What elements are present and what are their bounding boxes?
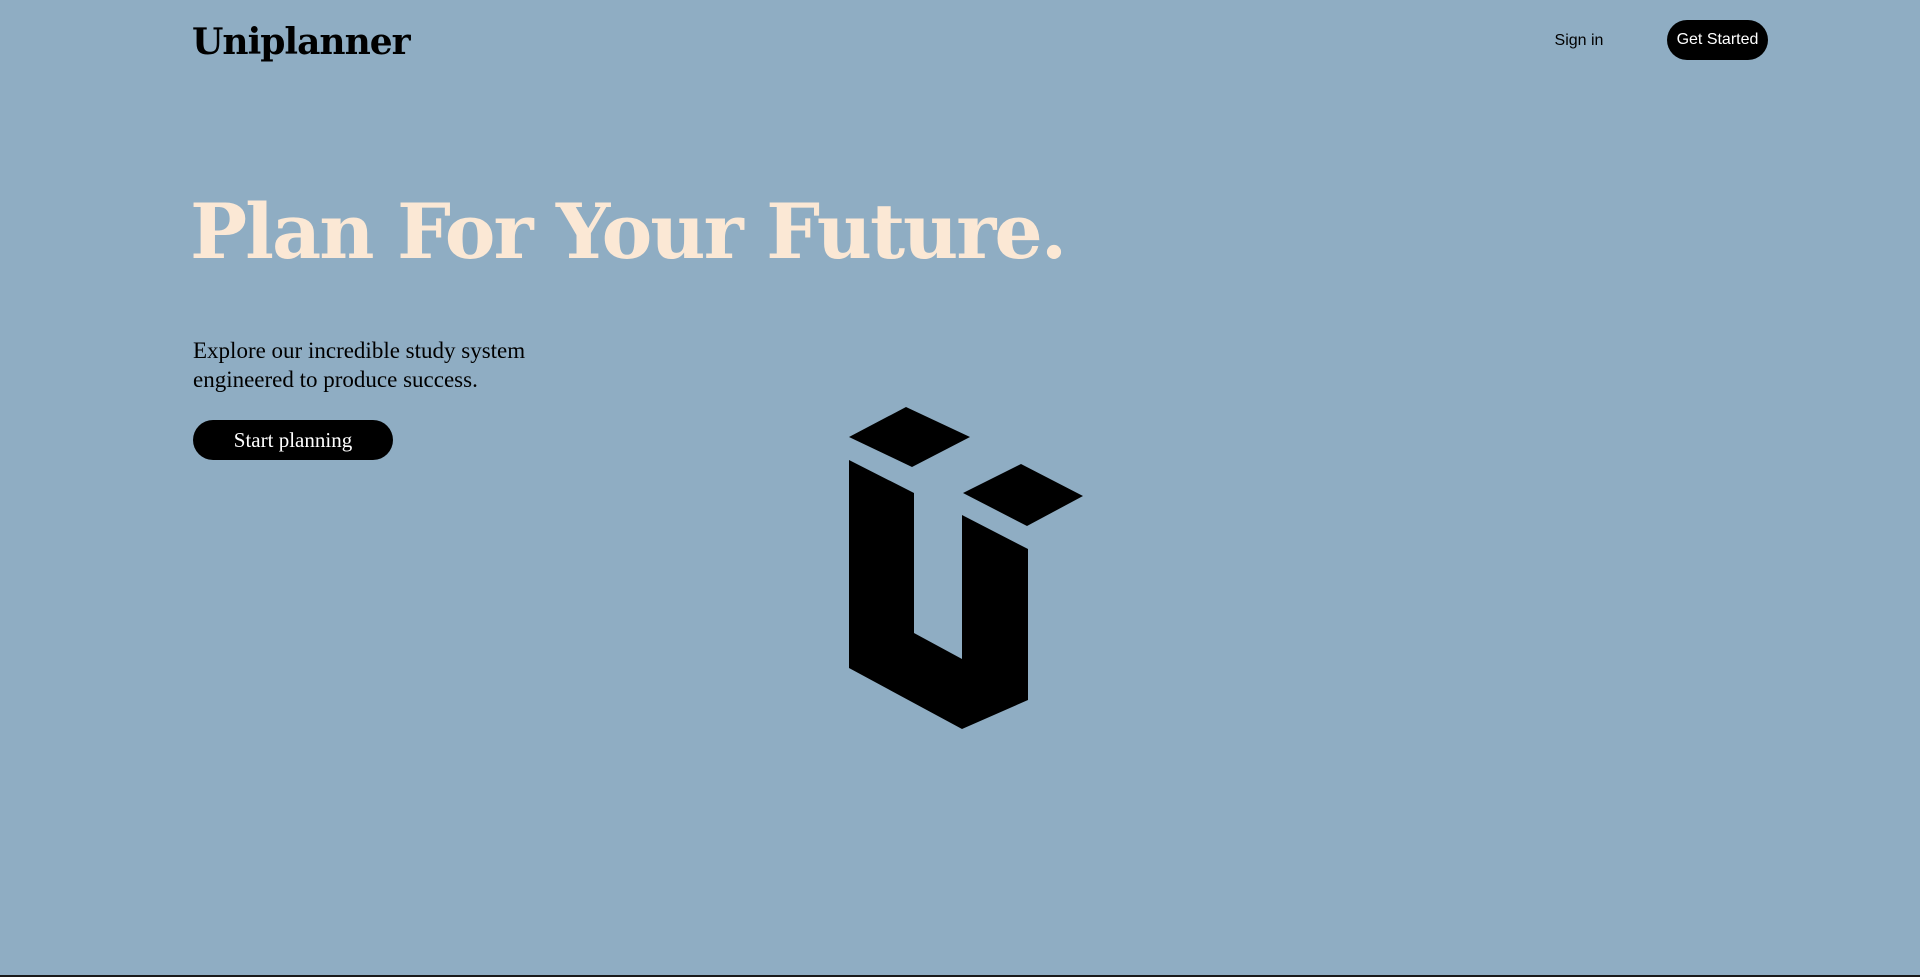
get-started-button[interactable]: Get Started xyxy=(1667,20,1768,60)
start-planning-button[interactable]: Start planning xyxy=(193,420,393,460)
hero-headline: Plan For Your Future. xyxy=(190,187,1067,276)
sign-in-link[interactable]: Sign in xyxy=(1540,28,1618,54)
uniplanner-u-logo-icon xyxy=(849,407,1083,729)
brand-logo-text[interactable]: Uniplanner xyxy=(192,18,411,66)
logo-top-right-diamond xyxy=(963,464,1083,526)
logo-top-left-diamond xyxy=(849,407,970,467)
hero-subtext: Explore our incredible study system engi… xyxy=(193,338,526,392)
